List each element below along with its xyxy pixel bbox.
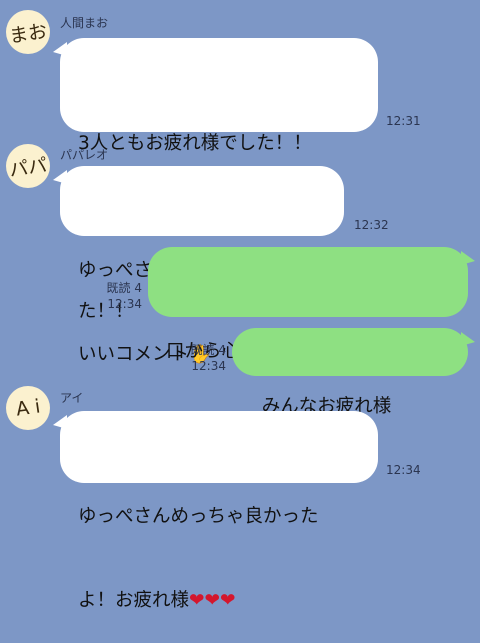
message-line: 3人ともお疲れ様でした！！ — [78, 133, 312, 154]
read-receipt: 既読 4 — [106, 281, 142, 295]
message-bubble-incoming[interactable]: ゆっぺさんも素晴らしい✨ いいコメント✋ — [53, 166, 344, 365]
message-line: ゆっぺさんめっちゃ良かった — [78, 506, 319, 527]
avatar-mao[interactable]: まお — [6, 10, 50, 54]
avatar-text: A i — [14, 395, 42, 421]
heart-icon: ❤ — [220, 590, 236, 611]
message-time: 12:31 — [386, 114, 421, 128]
sender-name: アイ — [60, 391, 84, 405]
message-line-2: よ！お疲れ様❤❤❤ — [78, 587, 360, 615]
bubble-tail — [461, 251, 475, 265]
bubble-tail — [53, 415, 67, 429]
message-time: 12:34 — [386, 463, 421, 477]
message-bubble-incoming[interactable]: ゆっぺさんめっちゃ良かった よ！お疲れ様❤❤❤ — [53, 411, 378, 611]
message-meta: 既読 4 12:34 — [180, 342, 226, 374]
message-line: よ！お疲れ様 — [78, 590, 190, 611]
avatar-ai[interactable]: A i — [6, 386, 50, 430]
message-bubble-incoming[interactable]: 3人ともお疲れ様でした！！ 熱い気持ちが伝わってきまし た！！ — [53, 38, 378, 322]
message-time: 12:32 — [354, 218, 389, 232]
avatar-text: まお — [7, 19, 49, 48]
heart-icon: ❤ — [204, 590, 221, 611]
message-time: 12:34 — [107, 297, 142, 311]
bubble-tail — [53, 42, 67, 56]
bubble-tail — [53, 170, 67, 184]
read-receipt: 既読 4 — [190, 343, 226, 357]
avatar-papareo[interactable]: パパ — [6, 144, 50, 188]
message-bubble-outgoing[interactable]: 口から心臓出たからうまくしゃ べれんかった.... — [148, 247, 475, 446]
heart-icon: ❤ — [189, 590, 205, 611]
sender-name: 人間まお — [60, 16, 109, 30]
message-bubble-outgoing[interactable]: みんなお疲れ様 ✨ — [232, 328, 475, 473]
bubble-tail — [461, 332, 475, 346]
avatar-text: パパ — [7, 153, 49, 182]
sender-name: パパレオ — [60, 148, 109, 162]
message-time: 12:34 — [191, 359, 226, 373]
message-meta: 既読 4 12:34 — [96, 280, 142, 312]
